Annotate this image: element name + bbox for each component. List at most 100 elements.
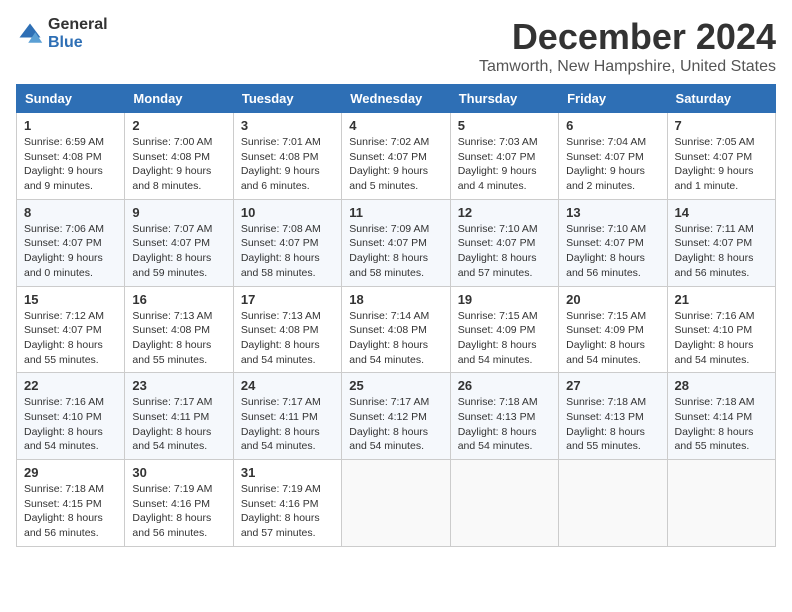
day-info: Sunrise: 7:08 AM Sunset: 4:07 PM Dayligh… <box>241 222 334 281</box>
day-info: Sunrise: 7:17 AM Sunset: 4:11 PM Dayligh… <box>241 395 334 454</box>
day-info: Sunrise: 7:13 AM Sunset: 4:08 PM Dayligh… <box>132 309 225 368</box>
weekday-header-friday: Friday <box>559 85 667 113</box>
day-number: 16 <box>132 292 225 307</box>
week-row-2: 8 Sunrise: 7:06 AM Sunset: 4:07 PM Daylig… <box>17 199 776 286</box>
day-info: Sunrise: 7:15 AM Sunset: 4:09 PM Dayligh… <box>566 309 659 368</box>
day-cell: 29 Sunrise: 7:18 AM Sunset: 4:15 PM Dayli… <box>17 460 125 547</box>
day-cell: 25Sunrise: 7:17 AM Sunset: 4:12 PM Dayli… <box>342 373 450 460</box>
day-info: Sunrise: 7:19 AM Sunset: 4:16 PM Dayligh… <box>132 482 225 541</box>
day-cell: 10 Sunrise: 7:08 AM Sunset: 4:07 PM Dayli… <box>233 199 341 286</box>
day-cell: 14 Sunrise: 7:11 AM Sunset: 4:07 PM Dayli… <box>667 199 775 286</box>
day-cell: 20 Sunrise: 7:15 AM Sunset: 4:09 PM Dayli… <box>559 286 667 373</box>
day-number: 6 <box>566 118 659 133</box>
day-number: 2 <box>132 118 225 133</box>
day-cell: 8 Sunrise: 7:06 AM Sunset: 4:07 PM Daylig… <box>17 199 125 286</box>
logo-icon <box>16 20 44 48</box>
day-cell: 1 Sunrise: 6:59 AM Sunset: 4:08 PM Daylig… <box>17 113 125 200</box>
day-cell <box>667 460 775 547</box>
day-cell: 23 Sunrise: 7:17 AM Sunset: 4:11 PM Dayli… <box>125 373 233 460</box>
day-cell: 11 Sunrise: 7:09 AM Sunset: 4:07 PM Dayli… <box>342 199 450 286</box>
logo-blue: Blue <box>48 34 108 52</box>
logo-text: General Blue <box>48 16 108 51</box>
weekday-header-monday: Monday <box>125 85 233 113</box>
header: General Blue December 2024 Tamworth, New… <box>16 16 776 76</box>
day-cell: 30Sunrise: 7:19 AM Sunset: 4:16 PM Dayli… <box>125 460 233 547</box>
title-month: December 2024 <box>479 16 776 58</box>
day-cell: 17Sunrise: 7:13 AM Sunset: 4:08 PM Dayli… <box>233 286 341 373</box>
day-cell: 22 Sunrise: 7:16 AM Sunset: 4:10 PM Dayli… <box>17 373 125 460</box>
day-number: 19 <box>458 292 551 307</box>
day-cell: 9Sunrise: 7:07 AM Sunset: 4:07 PM Daylig… <box>125 199 233 286</box>
day-info: Sunrise: 7:10 AM Sunset: 4:07 PM Dayligh… <box>458 222 551 281</box>
day-number: 14 <box>675 205 768 220</box>
day-number: 15 <box>24 292 117 307</box>
day-number: 18 <box>349 292 442 307</box>
day-number: 10 <box>241 205 334 220</box>
day-info: Sunrise: 7:18 AM Sunset: 4:15 PM Dayligh… <box>24 482 117 541</box>
day-number: 31 <box>241 465 334 480</box>
day-cell: 13 Sunrise: 7:10 AM Sunset: 4:07 PM Dayli… <box>559 199 667 286</box>
day-info: Sunrise: 7:07 AM Sunset: 4:07 PM Dayligh… <box>132 222 225 281</box>
day-cell: 12 Sunrise: 7:10 AM Sunset: 4:07 PM Dayli… <box>450 199 558 286</box>
day-info: Sunrise: 7:02 AM Sunset: 4:07 PM Dayligh… <box>349 135 442 194</box>
day-cell: 5Sunrise: 7:03 AM Sunset: 4:07 PM Daylig… <box>450 113 558 200</box>
day-info: Sunrise: 7:05 AM Sunset: 4:07 PM Dayligh… <box>675 135 768 194</box>
day-number: 28 <box>675 378 768 393</box>
day-number: 26 <box>458 378 551 393</box>
day-number: 8 <box>24 205 117 220</box>
title-area: December 2024 Tamworth, New Hampshire, U… <box>479 16 776 76</box>
day-info: Sunrise: 7:15 AM Sunset: 4:09 PM Dayligh… <box>458 309 551 368</box>
day-number: 17 <box>241 292 334 307</box>
day-cell <box>559 460 667 547</box>
day-number: 13 <box>566 205 659 220</box>
day-cell: 7 Sunrise: 7:05 AM Sunset: 4:07 PM Daylig… <box>667 113 775 200</box>
day-cell: 16 Sunrise: 7:13 AM Sunset: 4:08 PM Dayli… <box>125 286 233 373</box>
day-cell: 24Sunrise: 7:17 AM Sunset: 4:11 PM Dayli… <box>233 373 341 460</box>
day-number: 1 <box>24 118 117 133</box>
day-number: 4 <box>349 118 442 133</box>
day-info: Sunrise: 6:59 AM Sunset: 4:08 PM Dayligh… <box>24 135 117 194</box>
day-cell <box>342 460 450 547</box>
weekday-header-wednesday: Wednesday <box>342 85 450 113</box>
day-number: 12 <box>458 205 551 220</box>
day-info: Sunrise: 7:12 AM Sunset: 4:07 PM Dayligh… <box>24 309 117 368</box>
day-info: Sunrise: 7:14 AM Sunset: 4:08 PM Dayligh… <box>349 309 442 368</box>
day-cell: 28 Sunrise: 7:18 AM Sunset: 4:14 PM Dayli… <box>667 373 775 460</box>
day-info: Sunrise: 7:19 AM Sunset: 4:16 PM Dayligh… <box>241 482 334 541</box>
day-info: Sunrise: 7:04 AM Sunset: 4:07 PM Dayligh… <box>566 135 659 194</box>
day-info: Sunrise: 7:16 AM Sunset: 4:10 PM Dayligh… <box>675 309 768 368</box>
day-info: Sunrise: 7:06 AM Sunset: 4:07 PM Dayligh… <box>24 222 117 281</box>
day-cell: 15 Sunrise: 7:12 AM Sunset: 4:07 PM Dayli… <box>17 286 125 373</box>
day-cell: 6 Sunrise: 7:04 AM Sunset: 4:07 PM Daylig… <box>559 113 667 200</box>
logo-general: General <box>48 16 108 34</box>
day-number: 11 <box>349 205 442 220</box>
day-cell: 26 Sunrise: 7:18 AM Sunset: 4:13 PM Dayli… <box>450 373 558 460</box>
day-info: Sunrise: 7:09 AM Sunset: 4:07 PM Dayligh… <box>349 222 442 281</box>
day-number: 5 <box>458 118 551 133</box>
day-cell: 21Sunrise: 7:16 AM Sunset: 4:10 PM Dayli… <box>667 286 775 373</box>
day-cell: 19 Sunrise: 7:15 AM Sunset: 4:09 PM Dayli… <box>450 286 558 373</box>
week-row-3: 15 Sunrise: 7:12 AM Sunset: 4:07 PM Dayli… <box>17 286 776 373</box>
day-cell: 18 Sunrise: 7:14 AM Sunset: 4:08 PM Dayli… <box>342 286 450 373</box>
day-cell <box>450 460 558 547</box>
day-number: 23 <box>132 378 225 393</box>
day-number: 3 <box>241 118 334 133</box>
week-row-5: 29 Sunrise: 7:18 AM Sunset: 4:15 PM Dayli… <box>17 460 776 547</box>
day-number: 7 <box>675 118 768 133</box>
day-cell: 31 Sunrise: 7:19 AM Sunset: 4:16 PM Dayli… <box>233 460 341 547</box>
weekday-header-thursday: Thursday <box>450 85 558 113</box>
day-number: 29 <box>24 465 117 480</box>
day-info: Sunrise: 7:10 AM Sunset: 4:07 PM Dayligh… <box>566 222 659 281</box>
logo: General Blue <box>16 16 108 51</box>
day-number: 20 <box>566 292 659 307</box>
day-number: 25 <box>349 378 442 393</box>
day-info: Sunrise: 7:18 AM Sunset: 4:13 PM Dayligh… <box>458 395 551 454</box>
day-info: Sunrise: 7:11 AM Sunset: 4:07 PM Dayligh… <box>675 222 768 281</box>
day-info: Sunrise: 7:18 AM Sunset: 4:14 PM Dayligh… <box>675 395 768 454</box>
day-info: Sunrise: 7:17 AM Sunset: 4:11 PM Dayligh… <box>132 395 225 454</box>
day-info: Sunrise: 7:16 AM Sunset: 4:10 PM Dayligh… <box>24 395 117 454</box>
weekday-header-saturday: Saturday <box>667 85 775 113</box>
week-row-1: 1 Sunrise: 6:59 AM Sunset: 4:08 PM Daylig… <box>17 113 776 200</box>
day-number: 22 <box>24 378 117 393</box>
weekday-header-tuesday: Tuesday <box>233 85 341 113</box>
